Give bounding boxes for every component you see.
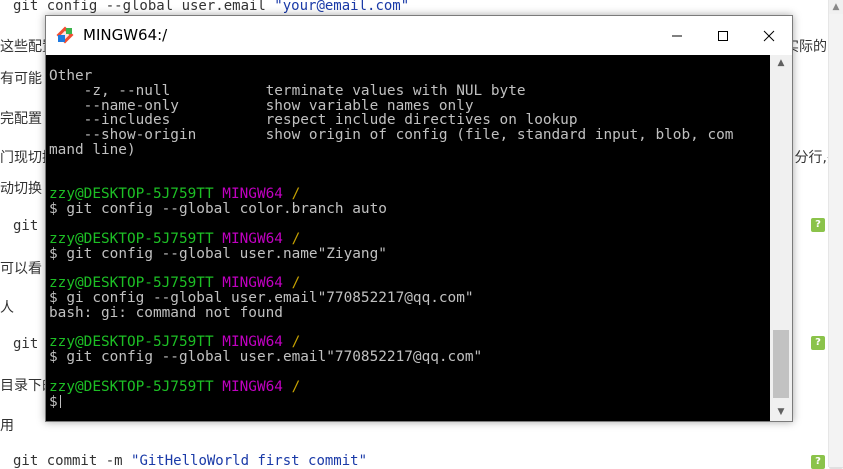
maximize-button[interactable]: [700, 16, 746, 55]
help-header: Other: [49, 68, 93, 84]
prompt-symbol: $: [49, 201, 58, 218]
prompt-symbol: $: [49, 289, 58, 306]
prompt-path: /: [291, 334, 301, 351]
command-output: bash: gi: command not found: [49, 304, 283, 321]
option-desc: show origin of config (file, standard in…: [265, 127, 734, 144]
prompt-symbol: $: [49, 245, 58, 262]
option-flag: --show-origin: [83, 127, 197, 144]
option-flag: -z, --null: [83, 82, 171, 99]
maximize-icon: [718, 30, 728, 41]
prompt-path: /: [291, 275, 301, 292]
prompt-symbol: $: [49, 393, 58, 410]
doc-text-fragment: 用: [0, 418, 14, 434]
prompt-host: MINGW64: [222, 186, 283, 203]
doc-text-fragment: 可以看: [0, 261, 42, 277]
command-text: gi config --global user.email"770852217@…: [66, 289, 474, 306]
doc-code-line-top: git config --global user.email "your@ema…: [13, 0, 410, 14]
title-bar[interactable]: MINGW64:/: [46, 16, 792, 55]
option-flag: --name-only: [83, 97, 179, 114]
prompt-user: zzy@DESKTOP-5J759TT: [49, 186, 214, 203]
close-button[interactable]: [746, 16, 792, 55]
terminal-scrollbar[interactable]: ▲ ▼: [770, 55, 792, 421]
prompt-user: zzy@DESKTOP-5J759TT: [49, 230, 214, 247]
prompt-path: /: [291, 230, 301, 247]
doc-code-fragment: git: [13, 336, 39, 352]
minimize-icon: [672, 35, 682, 36]
command-text: git config --global user.name"Ziyang": [66, 245, 387, 262]
close-icon: [763, 30, 775, 41]
terminal-output[interactable]: Other -z, --null terminate values with N…: [46, 55, 770, 421]
prompt-user: zzy@DESKTOP-5J759TT: [49, 275, 214, 292]
copy-code-button[interactable]: ?: [811, 336, 825, 350]
command-text: git config --global user.email"770852217…: [66, 349, 483, 366]
doc-code-fragment: git: [13, 218, 39, 234]
git-bash-icon: [56, 26, 74, 44]
prompt-host: MINGW64: [222, 334, 283, 351]
prompt-symbol: $: [49, 349, 58, 366]
doc-text-fragment: 人: [0, 300, 14, 316]
prompt-host: MINGW64: [222, 230, 283, 247]
scroll-down-arrow-icon[interactable]: ▼: [770, 404, 792, 421]
wrapped-line: mand line): [49, 141, 136, 158]
prompt-user: zzy@DESKTOP-5J759TT: [49, 378, 214, 395]
doc-text-fragment: 动切换: [0, 181, 42, 197]
command-text: git config --global color.branch auto: [66, 201, 387, 218]
option-flag: --includes: [83, 112, 171, 129]
prompt-user: zzy@DESKTOP-5J759TT: [49, 334, 214, 351]
scroll-up-arrow-icon[interactable]: ▲: [770, 55, 792, 72]
prompt-path: /: [291, 186, 301, 203]
option-desc: terminate values with NUL byte: [265, 82, 526, 99]
doc-text-fragment: 有可能: [0, 71, 42, 87]
option-desc: respect include directives on lookup: [265, 112, 578, 129]
minimize-button[interactable]: [654, 16, 700, 55]
terminal-window: MINGW64:/ Other -z, --null terminate val…: [45, 15, 793, 422]
copy-code-button[interactable]: ?: [811, 218, 825, 232]
option-desc: show variable names only: [265, 97, 474, 114]
scroll-up-icon[interactable]: ▲: [829, 0, 843, 14]
doc-text-fragment: 完配置: [0, 111, 42, 127]
prompt-host: MINGW64: [222, 275, 283, 292]
scrollbar-thumb[interactable]: [773, 330, 789, 398]
prompt-path: /: [291, 378, 301, 395]
window-title: MINGW64:/: [83, 26, 168, 44]
prompt-host: MINGW64: [222, 378, 283, 395]
text-cursor: [59, 394, 61, 408]
document-scrollbar[interactable]: [828, 0, 843, 467]
